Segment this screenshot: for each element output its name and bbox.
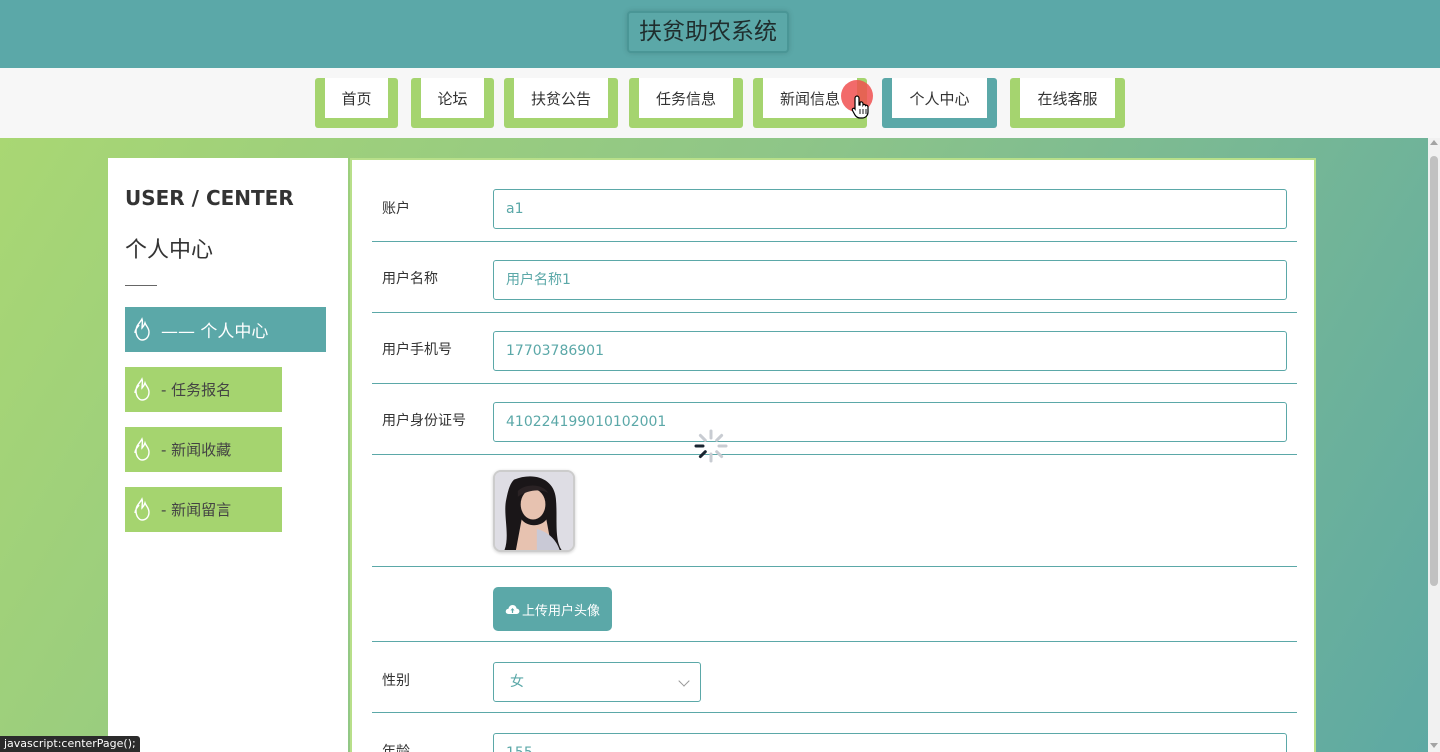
scroll-thumb[interactable] [1430,156,1438,586]
scroll-down-arrow-icon[interactable] [1430,743,1438,748]
sidebar-item-personal-center[interactable]: —— 个人中心 [125,307,326,352]
account-field[interactable]: a1 [493,189,1287,229]
fire-icon [134,376,150,401]
form-row-gender: 性别 女 [372,642,1297,713]
site-title: 扶贫助农系统 [627,11,789,53]
nav-online-service[interactable]: 在线客服 [1010,78,1125,128]
phone-label: 用户手机号 [382,342,452,358]
sidebar-item-news-comments[interactable]: - 新闻留言 [125,487,282,532]
username-field[interactable]: 用户名称1 [493,260,1287,300]
nav-personal-center[interactable]: 个人中心 [882,78,997,128]
nav-tasks[interactable]: 任务信息 [629,78,743,128]
sidebar-item-task-signup[interactable]: - 任务报名 [125,367,282,412]
idcard-label: 用户身份证号 [382,413,466,429]
age-label: 年龄 [382,744,410,752]
upload-avatar-label: 上传用户头像 [521,602,600,618]
chevron-down-icon [678,675,690,687]
sidebar-item-label: - 新闻收藏 [161,441,232,459]
sidebar-item-label: - 新闻留言 [161,501,232,519]
sidebar-item-news-favorites[interactable]: - 新闻收藏 [125,427,282,472]
sidebar-title-cn: 个人中心 [125,238,214,263]
avatar [493,470,575,552]
fire-icon [134,436,150,461]
nav-forum[interactable]: 论坛 [411,78,494,128]
gender-value: 女 [510,674,524,690]
divider [125,285,157,286]
gender-label: 性别 [382,673,410,689]
username-label: 用户名称 [382,271,438,287]
scrollbar[interactable] [1428,138,1440,752]
profile-form: 账户 a1 用户名称 用户名称1 用户手机号 17703786901 用户身份证… [350,158,1316,752]
form-row-avatar [372,455,1297,567]
sidebar-title-en: USER / CENTER [125,186,294,210]
top-nav: 首页 论坛 扶贫公告 任务信息 新闻信息 个人中心 在线客服 [0,68,1440,138]
idcard-field[interactable]: 410224199010102001 [493,402,1287,442]
upload-avatar-button[interactable]: 上传用户头像 [493,587,612,631]
form-row-age: 年龄 155 [372,713,1297,752]
loading-spinner-icon [694,429,728,463]
form-row-username: 用户名称 用户名称1 [372,242,1297,313]
form-row-upload: 上传用户头像 [372,567,1297,642]
account-label: 账户 [382,201,410,217]
age-field[interactable]: 155 [493,733,1287,752]
sidebar-item-label: —— 个人中心 [161,322,269,342]
form-row-phone: 用户手机号 17703786901 [372,313,1297,384]
avatar-image [495,472,573,550]
fire-icon [134,496,150,521]
nav-home[interactable]: 首页 [315,78,398,128]
form-row-account: 账户 a1 [372,160,1297,242]
cloud-upload-icon [505,605,520,614]
fire-icon [134,316,150,341]
form-row-idcard: 用户身份证号 410224199010102001 [372,384,1297,455]
hand-cursor-icon [851,95,869,119]
nav-announcement[interactable]: 扶贫公告 [504,78,618,128]
scroll-up-arrow-icon[interactable] [1430,140,1438,145]
status-bar: javascript:centerPage(); [0,736,140,752]
phone-field[interactable]: 17703786901 [493,331,1287,371]
gender-select[interactable]: 女 [493,662,701,702]
sidebar: USER / CENTER 个人中心 —— 个人中心 - 任务报名 - 新闻收藏… [108,158,348,752]
header: 扶贫助农系统 [0,0,1440,68]
sidebar-item-label: - 任务报名 [161,381,232,399]
